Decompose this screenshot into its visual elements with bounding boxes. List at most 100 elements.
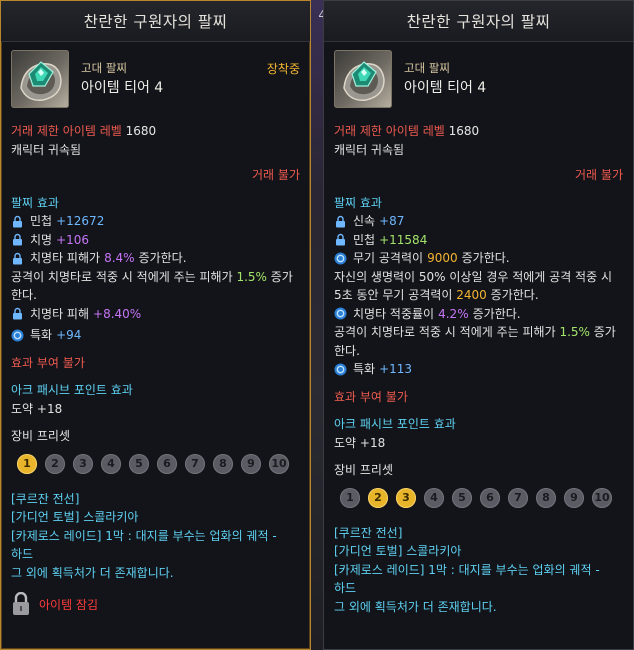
effect-line: 공격이 치명타로 적중 시 적에게 주는 피해가 1.5% 증가 [11,268,300,287]
effect-name: 민첩 [30,214,53,228]
effect-line: 민첩 +12672 [11,212,300,231]
preset-button-1[interactable]: 1 [17,453,37,474]
preset-button-1[interactable]: 1 [340,487,360,508]
effect-line: 무기 공격력이 9000 증가한다. [334,249,623,268]
preset-button-3[interactable]: 3 [73,453,93,474]
effect-text: 공격이 치명타로 적중 시 적에게 주는 피해가 [11,269,233,284]
effect-line: 치명타 적중률이 4.2% 증가한다. [334,305,623,324]
effect-value: +8.40% [93,306,142,321]
effect-line: 공격이 치명타로 적중 시 적에게 주는 피해가 1.5% 증가 [334,323,623,342]
equipped-item-tooltip: 찬란한 구원자의 팔찌 고대 팔찌 아이템 티어 4 장착중 거래 제한 아이템… [0,0,311,650]
lock-icon [13,308,22,320]
trade-level-line: 거래 제한 아이템 레벨 1680 [334,122,623,141]
effect-value: 8.4% [104,251,135,265]
item-header: 고대 팔찌 아이템 티어 4 장착중 [1,42,310,122]
preset-button-7[interactable]: 7 [185,453,205,474]
effect-line: 치명 +106 [11,231,300,250]
preset-button-5[interactable]: 5 [129,453,149,474]
item-header: 고대 팔찌 아이템 티어 4 [324,42,633,122]
effect-value: +106 [56,232,90,247]
effect-name: 특화 [353,362,376,376]
ark-passive-header: 아크 패시브 포인트 효과 [11,383,133,397]
preset-buttons: 1 2 3 4 5 6 7 8 9 10 [1,453,310,474]
preset-button-7[interactable]: 7 [508,487,528,508]
swirl-icon [11,329,24,342]
preset-button-9[interactable]: 9 [564,487,584,508]
item-title: 찬란한 구원자의 팔찌 [1,1,310,42]
lock-icon [13,215,22,228]
effect-text: 공격이 치명타로 적중 시 적에게 주는 피해가 [334,325,556,339]
preset-button-8[interactable]: 8 [536,487,556,508]
preset-button-2[interactable]: 2 [368,487,388,508]
acquisition-source: [가디언 토벌] 스콜라키아 [334,544,462,558]
item-title: 찬란한 구원자의 팔찌 [324,1,633,42]
effect-text: 증가한다. [472,306,521,321]
effect-text: 5초 동안 무기 공격력이 [334,288,453,302]
bracelet-item-icon [11,50,69,108]
effect-text: 한다. [11,288,37,302]
trade-level-label: 거래 제한 아이템 레벨 [334,124,445,138]
effect-text: 증가한다. [490,288,539,302]
preset-header: 장비 프리셋 [11,429,71,443]
effect-text: 증가한다. [138,251,187,265]
effect-text: 한다. [334,343,360,358]
trade-level-label: 거래 제한 아이템 레벨 [11,124,122,138]
ark-passive-value: 도약 +18 [334,435,386,450]
preset-button-10[interactable]: 10 [269,453,289,474]
swirl-icon [334,307,347,320]
no-enchant-text: 효과 부여 불가 [334,389,408,404]
preset-button-6[interactable]: 6 [480,487,500,508]
effect-name: 신속 [353,214,376,228]
effect-value: +11584 [379,232,428,247]
preset-button-9[interactable]: 9 [241,453,261,474]
compare-item-tooltip: 찬란한 구원자의 팔찌 고대 팔찌 아이템 티어 4 거래 제한 아이템 레벨 … [323,0,634,650]
effect-header: 팔찌 효과 [334,195,382,210]
preset-buttons: 1 2 3 4 5 6 7 8 9 10 [324,487,633,508]
trade-level-value: 1680 [125,124,157,138]
acquisition-source: 그 외에 획득처가 더 존재합니다. [11,565,174,580]
item-lock-row: 아이템 잠김 [1,592,310,616]
preset-button-4[interactable]: 4 [424,487,444,508]
bracelet-item-icon [334,50,392,108]
preset-button-4[interactable]: 4 [101,453,121,474]
trade-status: 거래 불가 [575,168,623,182]
effect-line: 신속 +87 [334,212,623,231]
lock-icon [336,234,345,246]
effect-line: 특화 +113 [334,360,623,379]
item-grade: 고대 팔찌 [404,61,450,75]
item-tier: 아이템 티어 4 [404,80,487,96]
preset-button-3[interactable]: 3 [396,487,416,508]
acquisition-source: 하드 [334,581,357,595]
swirl-icon [334,363,347,376]
effect-value: +113 [379,362,413,376]
effect-line: 5초 동안 무기 공격력이 2400 증가한다. [334,286,623,305]
preset-button-2[interactable]: 2 [45,453,65,474]
effect-text: 증가한다. [461,251,510,265]
preset-header: 장비 프리셋 [334,463,394,477]
effect-name: 치명 [30,232,53,247]
effect-name: 치명타 피해 [30,306,90,321]
preset-button-10[interactable]: 10 [592,487,612,508]
preset-button-8[interactable]: 8 [213,453,233,474]
effect-value: 1.5% [559,325,590,339]
acquisition-source: [카제로스 레이드] 1막 : 대지를 부수는 업화의 궤적 - [11,528,277,543]
effect-line: 민첩 +11584 [334,231,623,250]
effect-value: 2400 [456,288,487,302]
effect-value: +87 [379,214,405,228]
effect-value: 4.2% [438,306,469,321]
preset-button-6[interactable]: 6 [157,453,177,474]
trade-status: 거래 불가 [252,168,300,182]
effect-text: 증가 [270,269,293,284]
acquisition-source: 그 외에 획득처가 더 존재합니다. [334,599,497,614]
item-tier: 아이템 티어 4 [81,80,164,96]
effect-name: 특화 [30,328,53,342]
acquisition-source: [카제로스 레이드] 1막 : 대지를 부수는 업화의 궤적 - [334,562,600,577]
effect-value: 1.5% [236,269,267,284]
preset-button-5[interactable]: 5 [452,487,472,508]
swirl-icon [334,252,347,265]
acquisition-source: 하드 [11,547,34,561]
acquisition-source: [쿠르잔 전선] [334,525,403,540]
effect-value: +94 [56,328,82,342]
effect-text: 자신의 생명력이 50% 이상일 경우 적에게 공격 적중 시 [334,269,612,284]
no-enchant-text: 효과 부여 불가 [11,355,85,370]
